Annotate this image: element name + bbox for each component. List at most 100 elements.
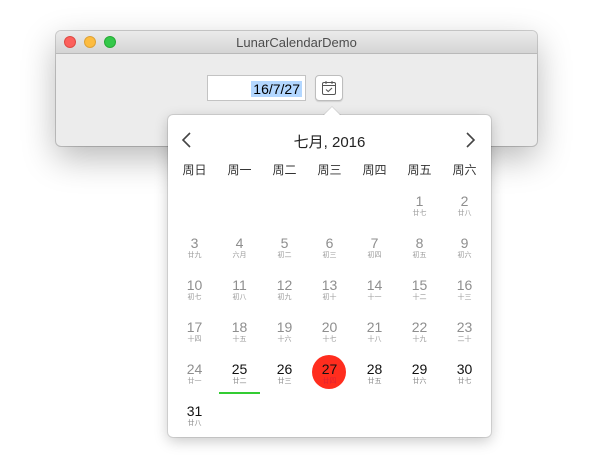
calendar-popover: 七月, 2016 周日 周一 周二 周三 周四 周五 周六 1 廿七 2 廿八 3 廿九 4…	[168, 107, 491, 437]
weekday-label: 周一	[227, 163, 252, 177]
title-bar[interactable]: LunarCalendarDemo	[56, 31, 537, 54]
lunar-date: 十一	[367, 294, 382, 301]
solar-date: 1	[415, 193, 424, 209]
day-cell[interactable]: 11 初八	[217, 269, 262, 311]
day-cell[interactable]: 28 廿五	[352, 353, 397, 395]
next-month-button[interactable]	[460, 129, 480, 151]
day-cell[interactable]: 21 十八	[352, 311, 397, 353]
solar-date: 31	[186, 403, 203, 419]
day-cell[interactable]: 25 廿二	[217, 353, 262, 395]
day-cell[interactable]: 18 十五	[217, 311, 262, 353]
solar-date: 4	[235, 235, 244, 251]
solar-date: 26	[276, 361, 293, 377]
chevron-right-icon	[466, 132, 476, 148]
date-input[interactable]: 16/7/27	[207, 75, 306, 101]
solar-date: 29	[411, 361, 428, 377]
window-title: LunarCalendarDemo	[236, 35, 357, 50]
weekday-header: 周日 周一 周二 周三 周四 周五 周六	[172, 161, 487, 179]
day-cell[interactable]: 16 十三	[442, 269, 487, 311]
weekday-label: 周三	[317, 163, 342, 177]
solar-date: 24	[186, 361, 203, 377]
day-cell[interactable]: 23 二十	[442, 311, 487, 353]
solar-date: 3	[190, 235, 199, 251]
day-cell[interactable]: 30 廿七	[442, 353, 487, 395]
lunar-date: 十二	[412, 294, 427, 301]
day-cell[interactable]: 2 廿八	[442, 185, 487, 227]
lunar-date: 六月	[232, 252, 247, 259]
day-cell[interactable]: 24 廿一	[172, 353, 217, 395]
solar-date: 20	[321, 319, 338, 335]
day-cell[interactable]: 9 初六	[442, 227, 487, 269]
solar-date: 16	[456, 277, 473, 293]
lunar-date: 初四	[367, 252, 382, 259]
day-cell[interactable]: 27 廿四	[307, 353, 352, 395]
solar-date: 25	[231, 361, 248, 377]
date-input-value: 16/7/27	[251, 81, 302, 97]
solar-date: 23	[456, 319, 473, 335]
lunar-date: 廿三	[277, 378, 292, 385]
lunar-date: 十六	[277, 336, 292, 343]
lunar-date: 廿一	[187, 378, 202, 385]
day-cell[interactable]: 14 十一	[352, 269, 397, 311]
day-cell[interactable]: 17 十四	[172, 311, 217, 353]
solar-date: 6	[325, 235, 334, 251]
weekday-label: 周六	[452, 163, 477, 177]
weekday-label: 周二	[272, 163, 297, 177]
lunar-date: 廿八	[187, 420, 202, 427]
solar-date: 8	[415, 235, 424, 251]
lunar-date: 初六	[457, 252, 472, 259]
lunar-date: 十八	[367, 336, 382, 343]
popover-arrow	[323, 107, 341, 116]
solar-date: 15	[411, 277, 428, 293]
day-cell[interactable]: 10 初七	[172, 269, 217, 311]
solar-date: 19	[276, 319, 293, 335]
day-cell[interactable]: 7 初四	[352, 227, 397, 269]
day-cell[interactable]: 5 初二	[262, 227, 307, 269]
day-cell[interactable]: 15 十二	[397, 269, 442, 311]
day-cell[interactable]: 6 初三	[307, 227, 352, 269]
lunar-date: 廿八	[457, 210, 472, 217]
lunar-date: 初十	[322, 294, 337, 301]
calendar-icon	[322, 81, 336, 95]
solar-date: 10	[186, 277, 203, 293]
day-cell[interactable]: 31 廿八	[172, 395, 217, 437]
lunar-date: 十三	[457, 294, 472, 301]
day-cell[interactable]: 12 初九	[262, 269, 307, 311]
weekday-label: 周五	[407, 163, 432, 177]
lunar-date: 初三	[322, 252, 337, 259]
day-grid: 1 廿七 2 廿八 3 廿九 4 六月 5 初二 6 初三 7 初四 8 初五 9 初六 10 初七 11 初八 12 初九 1…	[172, 185, 487, 437]
today-indicator	[219, 392, 260, 394]
lunar-date: 二十	[457, 336, 472, 343]
day-cell[interactable]: 8 初五	[397, 227, 442, 269]
solar-date: 7	[370, 235, 379, 251]
day-cell[interactable]: 29 廿六	[397, 353, 442, 395]
weekday-label: 周日	[182, 163, 207, 177]
lunar-date: 初九	[277, 294, 292, 301]
solar-date: 17	[186, 319, 203, 335]
day-cell[interactable]: 26 廿三	[262, 353, 307, 395]
solar-date: 30	[456, 361, 473, 377]
day-cell[interactable]: 19 十六	[262, 311, 307, 353]
solar-date: 18	[231, 319, 248, 335]
day-cell[interactable]: 3 廿九	[172, 227, 217, 269]
solar-date: 5	[280, 235, 289, 251]
solar-date: 12	[276, 277, 293, 293]
solar-date: 27	[321, 361, 338, 377]
day-cell[interactable]: 1 廿七	[397, 185, 442, 227]
weekday-label: 周四	[362, 163, 387, 177]
day-cell[interactable]: 4 六月	[217, 227, 262, 269]
lunar-date: 十四	[187, 336, 202, 343]
lunar-date: 廿七	[412, 210, 427, 217]
day-cell[interactable]: 20 十七	[307, 311, 352, 353]
solar-date: 21	[366, 319, 383, 335]
day-cell[interactable]: 13 初十	[307, 269, 352, 311]
lunar-date: 廿五	[367, 378, 382, 385]
solar-date: 28	[366, 361, 383, 377]
calendar-popup-button[interactable]	[315, 75, 343, 101]
lunar-date: 十九	[412, 336, 427, 343]
lunar-date: 廿二	[232, 378, 247, 385]
solar-date: 9	[460, 235, 469, 251]
lunar-date: 初七	[187, 294, 202, 301]
lunar-date: 廿六	[412, 378, 427, 385]
day-cell[interactable]: 22 十九	[397, 311, 442, 353]
